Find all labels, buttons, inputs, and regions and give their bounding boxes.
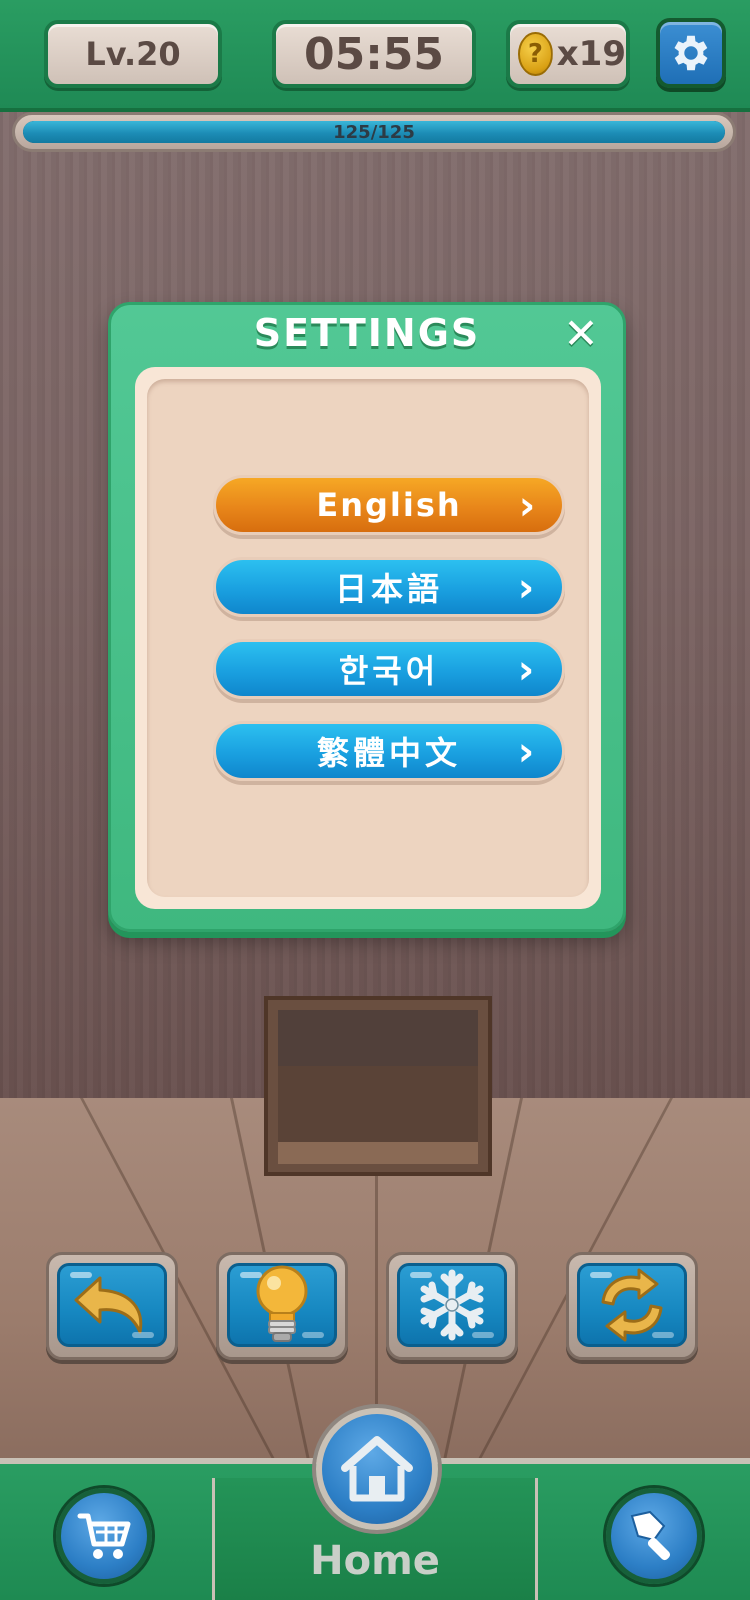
settings-button[interactable] xyxy=(656,18,726,88)
empty-wooden-box xyxy=(264,996,492,1176)
close-button[interactable]: ✕ xyxy=(561,313,601,355)
language-button-japanese[interactable]: 日本語 › xyxy=(213,557,565,617)
cart-icon xyxy=(77,1513,131,1559)
gear-icon xyxy=(674,35,708,71)
modal-content-inset xyxy=(147,379,589,897)
progress-label: 125/125 xyxy=(333,122,415,143)
house-icon xyxy=(341,1436,413,1502)
box-floor xyxy=(278,1142,478,1164)
paintbrush-icon xyxy=(630,1510,671,1561)
chevron-right-icon: › xyxy=(518,483,538,529)
box-interior xyxy=(278,1066,478,1142)
modal-content-panel: English › 日本語 › 한국어 › 繁體中文 › xyxy=(135,367,601,909)
level-indicator: Lv.20 xyxy=(44,20,222,88)
shuffle-button-face xyxy=(577,1263,687,1347)
hint-button[interactable] xyxy=(216,1252,348,1360)
chevron-right-icon: › xyxy=(517,729,539,775)
box-back-wall xyxy=(278,1010,478,1066)
home-button[interactable] xyxy=(316,1408,438,1530)
freeze-button[interactable] xyxy=(386,1252,518,1360)
language-button-traditional-chinese[interactable]: 繁體中文 › xyxy=(213,721,565,781)
top-bar: Lv.20 05:55 ? x19 xyxy=(0,0,750,112)
freeze-button-face xyxy=(397,1263,507,1347)
timer-display: 05:55 xyxy=(272,20,476,88)
language-button-korean[interactable]: 한국어 › xyxy=(213,639,565,699)
hint-counter: ? x19 xyxy=(506,20,630,88)
undo-button[interactable] xyxy=(46,1252,178,1360)
language-button-english[interactable]: English › xyxy=(213,475,565,535)
modal-title: SETTINGS xyxy=(253,311,481,355)
shuffle-button[interactable] xyxy=(566,1252,698,1360)
language-label: English xyxy=(316,486,462,524)
language-label: 日本語 xyxy=(334,570,443,608)
shop-button[interactable] xyxy=(56,1488,152,1584)
undo-button-face xyxy=(57,1263,167,1347)
customize-button[interactable] xyxy=(606,1488,702,1584)
language-label: 한국어 xyxy=(338,652,440,690)
chevron-right-icon: › xyxy=(517,647,539,693)
chevron-right-icon: › xyxy=(517,565,539,611)
settings-modal: SETTINGS ✕ English › 日本語 › 한국어 › 繁體中文 › xyxy=(108,302,626,932)
hint-count-label: x19 xyxy=(556,34,626,74)
progress-bar: 125/125 xyxy=(12,112,736,152)
hint-button-face xyxy=(227,1263,337,1347)
hint-coin-icon: ? xyxy=(518,32,553,76)
home-tab-label: Home xyxy=(310,1538,440,1584)
lightbulb-icon xyxy=(256,1265,308,1342)
snowflake-icon xyxy=(420,1269,484,1341)
undo-arrow-icon xyxy=(74,1276,143,1334)
language-label: 繁體中文 xyxy=(316,734,461,772)
refresh-icon xyxy=(601,1268,663,1342)
